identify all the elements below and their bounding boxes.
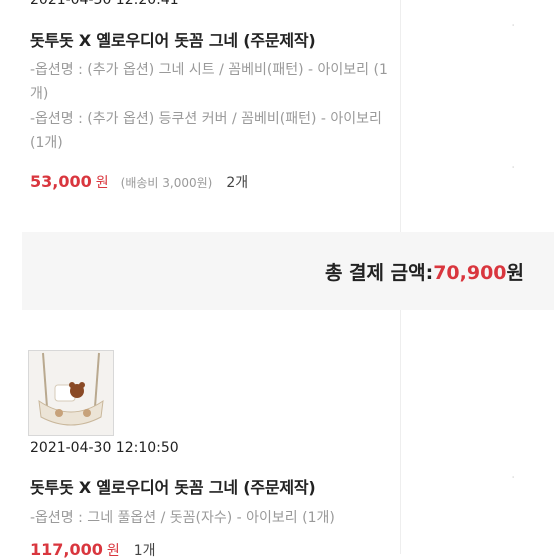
order-option: -옵션명 : (추가 옵션) 그네 시트 / 꼼베비(패턴) - 아이보리 (1… <box>30 62 388 102</box>
order-currency: 원 <box>95 175 109 191</box>
order-price-row: 53,000 원 (배송비 3,000원) 2개 <box>30 172 248 192</box>
total-amount: 70,900 <box>433 262 507 284</box>
faint-dot-icon: · <box>511 470 516 486</box>
order-price: 117,000 <box>30 540 103 559</box>
order-shipping: (배송비 3,000원) <box>120 176 213 190</box>
order-currency: 원 <box>106 543 120 559</box>
faint-dot-icon: · <box>511 160 516 176</box>
order-option: -옵션명 : (추가 옵션) 등쿠션 커버 / 꼼베비(패턴) - 아이보리 (… <box>30 111 382 151</box>
order-timestamp: 2021-04-30 12:10:50 <box>30 440 179 456</box>
order-quantity: 2개 <box>226 175 249 191</box>
order-timestamp: 2021-04-30 12:20:41 <box>30 0 179 8</box>
product-thumbnail[interactable] <box>28 350 114 436</box>
total-label: 총 결제 금액: <box>324 262 434 284</box>
swing-image-icon <box>29 351 113 435</box>
total-bar: 총 결제 금액:70,900원 <box>22 232 554 310</box>
total-currency: 원 <box>506 262 524 284</box>
order-quantity: 1개 <box>133 543 156 559</box>
total-payment: 총 결제 금액:70,900원 <box>325 258 524 285</box>
order-price-row: 117,000 원 1개 <box>30 540 156 560</box>
order-option: -옵션명 : 그네 풀옵션 / 돗꼼(자수) - 아이보리 (1개) <box>30 510 335 526</box>
faint-dot-icon: · <box>511 18 516 34</box>
order-title[interactable]: 돗투돗 X 옐로우디어 돗꼼 그네 (주문제작) <box>30 27 316 51</box>
order-price: 53,000 <box>30 172 92 191</box>
order-title[interactable]: 돗투돗 X 옐로우디어 돗꼼 그네 (주문제작) <box>30 474 316 498</box>
